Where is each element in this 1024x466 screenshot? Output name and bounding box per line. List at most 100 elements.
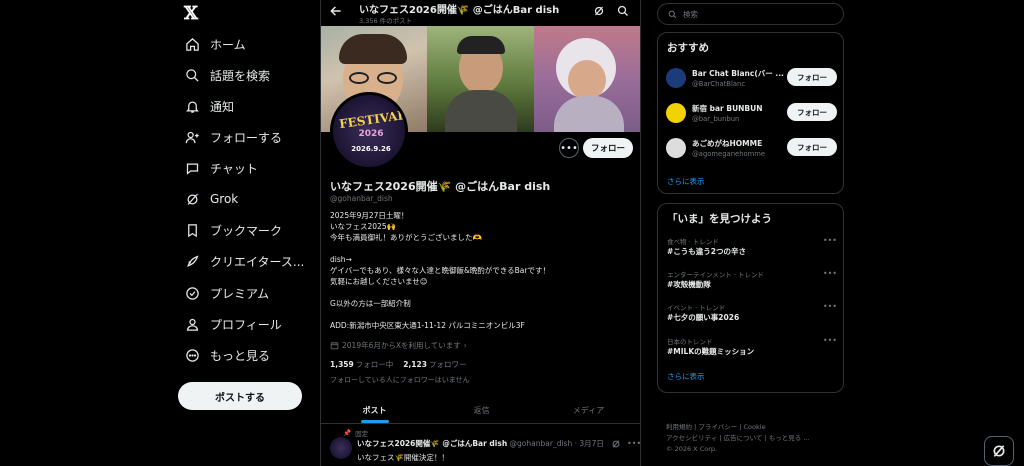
add-user-icon — [184, 129, 200, 145]
who-to-follow-card: おすすめ Bar Chat Blanc(バー ... @BarChatBlanc… — [657, 32, 844, 194]
banner-photo-3 — [534, 26, 640, 132]
profile-header: いなフェス2026開催🌾 @ごはんBar dish 3,356 件のポスト — [321, 0, 640, 26]
post-header: いなフェス2026開催🌾 @ごはんBar dish @gohanbar_dish… — [357, 438, 604, 449]
follow-button[interactable]: フォロー — [787, 103, 837, 121]
nav-item-explore[interactable]: 話題を検索 — [184, 63, 270, 87]
person-icon — [184, 316, 200, 332]
post-text: いなフェス🌾開催決定！！ — [357, 453, 449, 462]
footer-links-1[interactable]: 利用規約 | プライバシー | Cookie — [666, 422, 841, 433]
avatar — [666, 103, 686, 123]
more-circle-icon — [184, 347, 200, 363]
footer-links-2[interactable]: アクセシビリティ | 広告について | もっと見る ... — [666, 433, 841, 444]
post-button[interactable]: ポストする — [178, 382, 302, 410]
trend-context: イベント · トレンド — [667, 304, 726, 312]
search-icon[interactable] — [617, 5, 629, 17]
nav-item-bookmarks[interactable]: ブックマーク — [184, 218, 282, 242]
tab-replies[interactable]: 返信 — [428, 398, 535, 423]
chat-icon — [184, 160, 200, 176]
follow-button[interactable]: フォロー — [787, 138, 837, 156]
pinned-label: 固定 — [355, 430, 369, 438]
bio-line: 今年も満員御礼！ありがとうございました🫶 — [330, 233, 482, 242]
grok-floating-button[interactable] — [984, 436, 1014, 466]
nav-label: プロフィール — [210, 317, 282, 332]
profile-column: いなフェス2026開催🌾 @ごはんBar dish 3,356 件のポスト FE… — [320, 0, 641, 466]
suggestion-item[interactable]: 新宿 bar BUNBUN @bar_bunbun フォロー — [666, 100, 837, 126]
suggestion-name: Bar Chat Blanc(バー ... — [692, 69, 784, 78]
post-more-icon[interactable]: ••• — [627, 439, 640, 449]
search-box[interactable] — [657, 3, 844, 25]
profile-handle: @gohanbar_dish — [330, 194, 393, 203]
search-input[interactable] — [683, 9, 833, 19]
search-icon — [668, 10, 677, 18]
post-avatar[interactable] — [330, 437, 352, 459]
trend-item[interactable]: イベント · トレンド #七夕の願い事2026 ••• — [667, 302, 837, 330]
trend-item[interactable]: 食べ物 · トレンド #こうも違う2つの辛さ ••• — [667, 236, 837, 264]
suggestion-item[interactable]: Bar Chat Blanc(バー ... @BarChatBlanc フォロー — [666, 65, 837, 91]
footer-copyright: © 2026 X Corp. — [666, 445, 718, 453]
bio-line — [330, 287, 630, 298]
nav-item-creator-studio[interactable]: クリエイタース... — [184, 249, 304, 273]
bio-line: ADD:新潟市中央区東大通1-11-12 パルコミニオンビル3F — [330, 321, 525, 330]
followers-link[interactable]: 2,123 フォロワー — [403, 359, 466, 370]
suggestion-handle: @bar_bunbun — [692, 115, 740, 123]
suggestion-item[interactable]: あごめがねHOMME @agomeganehomme フォロー — [666, 135, 837, 161]
x-app: 𝕏 ホーム 話題を検索 通知 フォローする チャット Grok ブックマーク ク… — [0, 0, 1024, 466]
bio-line: いなフェス2025🙌 — [330, 222, 396, 231]
trend-title: #こうも違う2つの辛さ — [667, 247, 747, 256]
rocket-icon — [184, 253, 200, 269]
calendar-icon — [330, 342, 339, 350]
trend-context: 食べ物 · トレンド — [667, 238, 719, 246]
followers-count: 2,123 — [403, 360, 427, 369]
tab-media[interactable]: メディア — [535, 398, 640, 423]
avatar-year-text: 2026 — [358, 129, 384, 139]
nav-label: ブックマーク — [210, 223, 283, 238]
following-link[interactable]: 1,359 フォロー中 — [330, 359, 393, 370]
nav-item-notifications[interactable]: 通知 — [184, 94, 234, 118]
pin-icon: 📌 — [343, 429, 352, 437]
follow-button[interactable]: フォロー — [583, 138, 633, 158]
post-meta: @gohanbar_dish · 3月7日 — [509, 439, 604, 448]
trends-title: 「いま」を見つけよう — [667, 213, 772, 225]
x-logo-icon[interactable]: 𝕏 — [184, 3, 204, 24]
home-icon — [184, 36, 200, 52]
nav-item-premium[interactable]: プレミアム — [184, 281, 269, 305]
grok-icon[interactable] — [611, 439, 621, 449]
post-author-name[interactable]: いなフェス2026開催🌾 @ごはんBar dish — [357, 439, 507, 448]
nav-item-profile[interactable]: プロフィール — [184, 312, 282, 336]
chevron-right-icon: › — [463, 341, 467, 350]
post-actions: ••• — [611, 439, 640, 449]
joined-date[interactable]: 2019年6月からXを利用しています › — [330, 340, 467, 351]
more-options-button[interactable]: ••• — [559, 138, 579, 158]
avatar — [666, 68, 686, 88]
tab-posts[interactable]: ポスト — [321, 398, 428, 423]
bell-icon — [184, 98, 200, 114]
bio-line: G以外の方は一部紹介制 — [330, 299, 411, 308]
follow-button[interactable]: フォロー — [787, 68, 837, 86]
sidebar-footer: 利用規約 | プライバシー | Cookie アクセシビリティ | 広告について… — [666, 422, 841, 455]
trend-item[interactable]: エンターテインメント · トレンド #攻殻機動隊 ••• — [667, 269, 837, 297]
trend-more-icon[interactable]: ••• — [823, 336, 837, 345]
nav-item-home[interactable]: ホーム — [184, 32, 246, 56]
trend-more-icon[interactable]: ••• — [823, 302, 837, 311]
avatar — [666, 138, 686, 158]
nav-item-chat[interactable]: チャット — [184, 156, 258, 180]
nav-label: 話題を検索 — [210, 68, 271, 83]
trend-more-icon[interactable]: ••• — [823, 236, 837, 245]
suggestions-show-more[interactable]: さらに表示 — [667, 176, 705, 187]
grok-analyze-icon[interactable] — [593, 5, 605, 17]
nav-item-follow[interactable]: フォローする — [184, 125, 282, 149]
trend-title: #攻殻機動隊 — [667, 280, 711, 289]
search-icon — [184, 67, 200, 83]
profile-avatar[interactable]: FESTIVAL 2026 2026.9.26 — [330, 92, 408, 170]
trend-item[interactable]: 日本のトレンド #MILKの難題ミッション ••• — [667, 336, 837, 364]
post-count: 3,356 件のポスト — [359, 17, 413, 25]
trend-more-icon[interactable]: ••• — [823, 269, 837, 278]
avatar-date-text: 2026.9.26 — [351, 145, 391, 153]
nav-label: フォローする — [210, 130, 283, 145]
back-arrow-icon[interactable] — [329, 4, 343, 18]
nav-item-grok[interactable]: Grok — [184, 187, 238, 211]
follow-stats: 1,359 フォロー中 2,123 フォロワー — [330, 359, 466, 370]
trends-show-more[interactable]: さらに表示 — [667, 371, 705, 382]
following-count: 1,359 — [330, 360, 354, 369]
nav-item-more[interactable]: もっと見る — [184, 343, 270, 367]
